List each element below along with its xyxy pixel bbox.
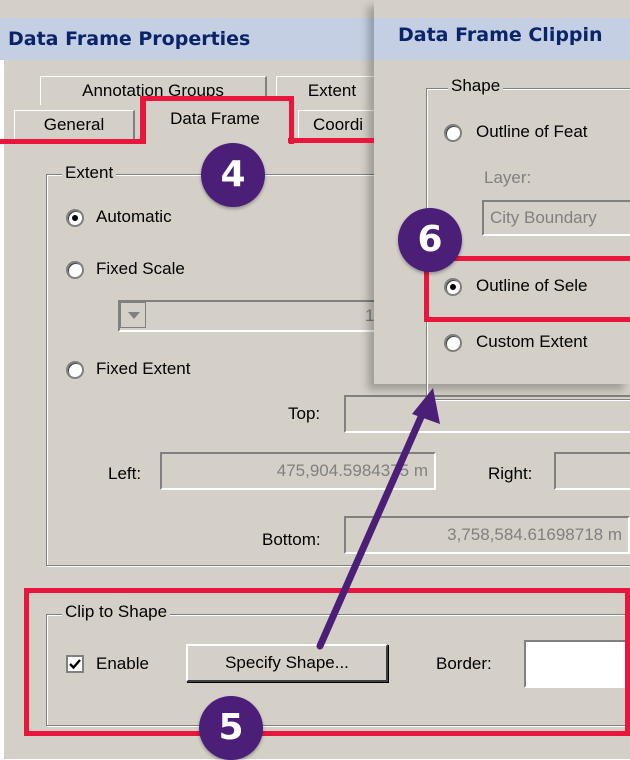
top-input [344, 395, 630, 433]
bottom-input: 3,758,584.61698718 m [344, 516, 630, 554]
callout-5-badge: 5 [199, 696, 263, 760]
properties-title: Data Frame Properties [8, 28, 251, 50]
chevron-down-icon [128, 312, 140, 319]
layer-select: City Boundary [482, 200, 630, 236]
right-input [554, 452, 630, 490]
left-input: 475,904.5984375 m [160, 452, 436, 490]
callout-6-badge: 6 [398, 208, 462, 272]
top-label: Top: [288, 404, 321, 423]
radio-fixed-scale[interactable] [66, 261, 84, 279]
outline-of-selected-highlight [424, 256, 630, 322]
outline-of-features-label: Outline of Feat [476, 122, 588, 141]
fixed-extent-label: Fixed Extent [96, 359, 191, 378]
data-frame-tab-highlight [0, 98, 146, 144]
coordi-tab-underline [288, 138, 374, 144]
fixed-scale-label: Fixed Scale [96, 259, 185, 278]
right-label: Right: [488, 464, 533, 483]
data-frame-tab-highlight-right [140, 96, 294, 144]
radio-custom-extent[interactable] [444, 334, 462, 352]
radio-outline-of-features[interactable] [444, 124, 462, 142]
callout-4-badge: 4 [201, 143, 265, 207]
clip-to-shape-highlight [24, 588, 630, 736]
extent-legend: Extent [62, 163, 117, 183]
layer-label: Layer: [484, 168, 532, 187]
automatic-label: Automatic [96, 207, 172, 226]
data-frame-clipping-dialog: Data Frame Clippin Shape Outline of Feat… [374, 0, 630, 400]
radio-automatic[interactable] [66, 209, 84, 227]
bottom-label: Bottom: [262, 530, 321, 549]
shape-legend: Shape [448, 76, 504, 96]
radio-fixed-extent[interactable] [66, 361, 84, 379]
custom-extent-label: Custom Extent [476, 332, 588, 351]
dialog-edge [0, 60, 4, 759]
clipping-title: Data Frame Clippin [398, 24, 603, 46]
scale-dropdown-button[interactable] [120, 302, 146, 328]
left-label: Left: [108, 464, 142, 483]
